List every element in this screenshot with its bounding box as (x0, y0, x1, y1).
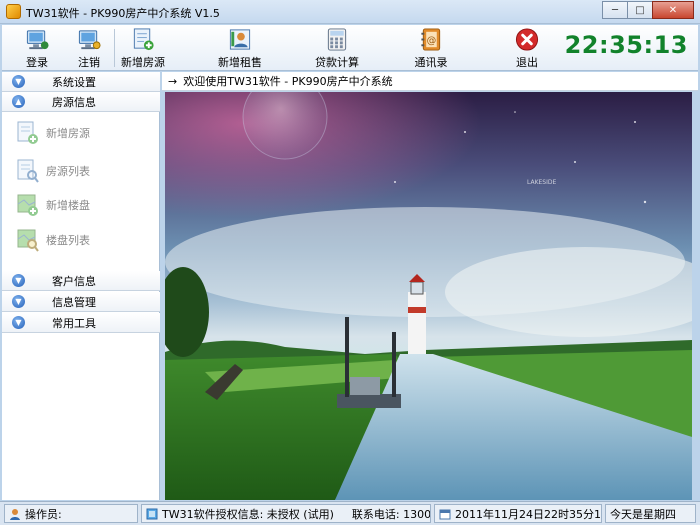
watermark-text: LAKESIDE (527, 179, 557, 186)
sidebar-section-property-info[interactable]: ▲ 房源信息 (2, 92, 160, 112)
sidebar-item-label: 房源列表 (46, 165, 90, 178)
sidebar-section-common-tools[interactable]: ▼ 常用工具 (2, 313, 160, 333)
exit-label: 退出 (516, 56, 538, 69)
breadcrumb-text: 欢迎使用TW31软件 - PK990房产中介系统 (183, 75, 393, 88)
app-icon (6, 4, 21, 19)
sidebar-item-property-list[interactable]: 房源列表 (16, 156, 90, 186)
datetime-text: 2011年11月24日22时35分13秒 (455, 507, 601, 521)
maximize-button[interactable]: □ (627, 1, 653, 19)
status-weekday: 今天是星期四 (605, 504, 696, 523)
sidebar-item-label: 新增房源 (46, 127, 90, 140)
lighthouse-canal-image: LAKESIDE (165, 92, 692, 500)
sidebar-section-label: 常用工具 (52, 316, 96, 330)
sidebar-item-label: 新增楼盘 (46, 199, 90, 212)
toolbar-separator (114, 29, 115, 67)
sidebar-section-system-settings[interactable]: ▼ 系统设置 (2, 72, 160, 92)
sidebar-item-add-building[interactable]: 新增楼盘 (16, 190, 90, 220)
chevron-down-icon: ▼ (12, 316, 25, 329)
arrow-right-icon: → (168, 74, 178, 88)
add-map-icon (17, 194, 38, 216)
sidebar-item-label: 楼盘列表 (46, 234, 90, 247)
computer-key-icon (78, 30, 101, 50)
add-rental-label: 新增租售 (218, 56, 262, 69)
chevron-up-icon: ▲ (12, 95, 25, 108)
window-controls: ─ □ ✕ (602, 1, 694, 19)
loan-calc-label: 贷款计算 (315, 56, 359, 69)
chevron-down-icon: ▼ (12, 75, 25, 88)
login-button[interactable]: 登录 (16, 26, 58, 70)
exit-icon (515, 28, 539, 51)
license-text: TW31软件授权信息: 未授权 (试用) (162, 507, 334, 521)
status-license: TW31软件授权信息: 未授权 (试用) 联系电话: 1300449 (141, 504, 431, 523)
contacts-button[interactable]: @ 通讯录 (410, 26, 452, 70)
svg-text:@: @ (427, 35, 437, 46)
status-bar: 操作员: TW31软件授权信息: 未授权 (试用) 联系电话: 1300449 … (0, 501, 700, 525)
chevron-down-icon: ▼ (12, 295, 25, 308)
add-document-icon (17, 121, 38, 144)
chevron-down-icon: ▼ (12, 274, 25, 287)
window-title: TW31软件 - PK990房产中介系统 V1.5 (26, 7, 220, 20)
license-icon (146, 508, 158, 519)
calendar-icon (439, 509, 451, 519)
sidebar-section-label: 信息管理 (52, 295, 96, 309)
close-button[interactable]: ✕ (652, 1, 694, 19)
sidebar-item-building-list[interactable]: 楼盘列表 (16, 225, 90, 255)
sidebar: ▼ 系统设置 ▲ 房源信息 新增房源 房源列表 新增楼盘 楼盘列表 ▼ 客户信息… (2, 72, 160, 500)
calculator-icon (327, 28, 347, 51)
phone-text: 联系电话: 1300449 (351, 507, 431, 521)
sidebar-section-label: 房源信息 (52, 95, 96, 109)
sidebar-section-label: 系统设置 (52, 75, 96, 89)
weekday-text: 今天是星期四 (610, 507, 676, 521)
logout-label: 注销 (78, 56, 100, 69)
login-label: 登录 (26, 56, 48, 69)
logout-button[interactable]: 注销 (68, 26, 110, 70)
contacts-label: 通讯录 (414, 56, 448, 69)
title-bar: TW31软件 - PK990房产中介系统 V1.5 ─ □ ✕ (0, 0, 700, 24)
list-search-icon (17, 159, 39, 183)
sidebar-section-label: 客户信息 (52, 274, 96, 288)
exit-button[interactable]: 退出 (506, 26, 548, 70)
add-rental-button[interactable]: 新增租售 (212, 26, 268, 70)
computer-user-icon (26, 30, 49, 50)
loan-calc-button[interactable]: 贷款计算 (312, 26, 362, 70)
add-document-icon (133, 28, 154, 51)
contact-card-icon (229, 29, 251, 50)
address-book-icon: @ (421, 28, 441, 51)
status-datetime: 2011年11月24日22时35分13秒 (434, 504, 602, 523)
status-operator: 操作员: (4, 504, 138, 523)
add-property-label: 新增房源 (121, 56, 165, 69)
minimize-button[interactable]: ─ (602, 1, 628, 19)
clock-display: 22:35:13 (564, 31, 688, 59)
welcome-wallpaper: LAKESIDE (165, 92, 692, 500)
sidebar-section-info-management[interactable]: ▼ 信息管理 (2, 292, 160, 312)
sidebar-section-customer-info[interactable]: ▼ 客户信息 (2, 271, 160, 291)
map-search-icon (17, 229, 39, 252)
add-property-button[interactable]: 新增房源 (118, 26, 168, 70)
breadcrumb: → 欢迎使用TW31软件 - PK990房产中介系统 (162, 72, 698, 91)
operator-label: 操作员: (25, 507, 62, 521)
user-icon (10, 508, 20, 520)
toolbar: 登录 注销 新增房源 新增租售 贷款计算 @ 通讯录 退出 22:35:13 (2, 25, 698, 71)
sidebar-item-add-property[interactable]: 新增房源 (16, 118, 90, 148)
